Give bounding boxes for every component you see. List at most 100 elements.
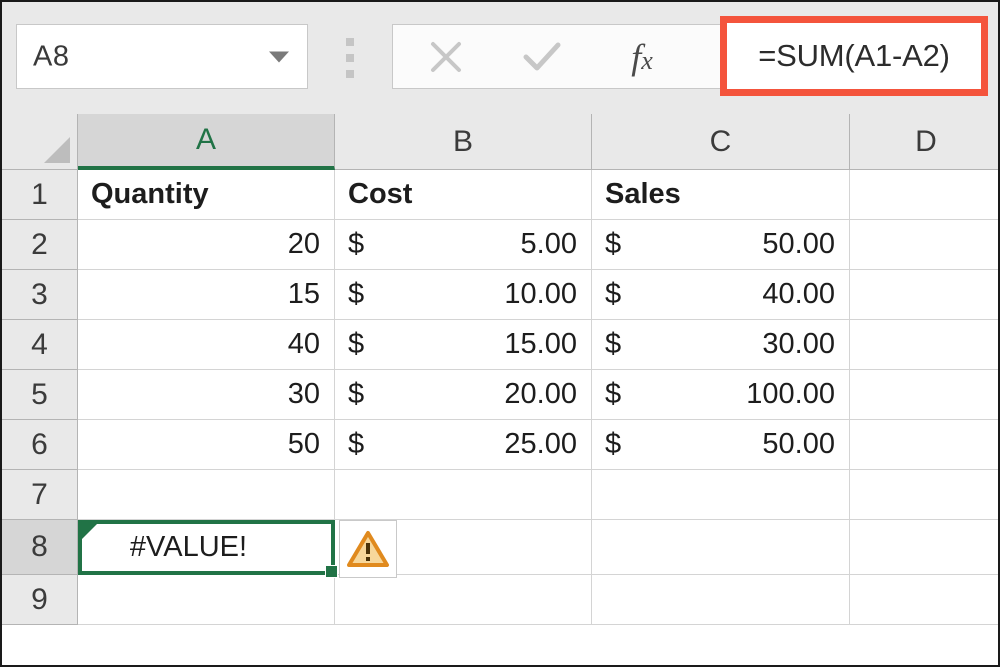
currency-symbol: $ <box>348 428 365 460</box>
row-header-1[interactable]: 1 <box>2 170 78 220</box>
cell-d7[interactable] <box>850 470 998 520</box>
row-header-4[interactable]: 4 <box>2 320 78 370</box>
select-all-triangle-icon <box>44 137 70 163</box>
formula-value: =SUM(A1-A2) <box>758 38 950 73</box>
excel-window: A8 fx =SUM(A1-A2) A B C D 1 2 3 4 5 6 7 … <box>0 0 1000 667</box>
cell-c2[interactable]: $50.00 <box>592 220 850 270</box>
select-all-button[interactable] <box>2 114 78 170</box>
formula-bar-drag-handle[interactable] <box>344 38 356 78</box>
cell-value: 15.00 <box>504 328 577 360</box>
cell-value: #VALUE! <box>129 531 248 563</box>
cell-b1[interactable]: Cost <box>335 170 592 220</box>
cell-d3[interactable] <box>850 270 998 320</box>
chevron-down-icon[interactable] <box>269 51 289 62</box>
currency-symbol: $ <box>348 328 365 360</box>
cell-value: 50.00 <box>762 228 835 260</box>
error-check-button[interactable] <box>339 520 397 578</box>
currency-symbol: $ <box>605 428 622 460</box>
cell-d8[interactable] <box>850 520 998 575</box>
cell-a6[interactable]: 50 <box>78 420 335 470</box>
cell-c4[interactable]: $30.00 <box>592 320 850 370</box>
worksheet-grid: A B C D 1 2 3 4 5 6 7 8 9 Quantity Cost … <box>2 114 998 665</box>
cell-value: 15 <box>287 278 320 310</box>
enter-button[interactable] <box>511 25 573 88</box>
row-header-label: 7 <box>31 477 48 511</box>
column-header-b[interactable]: B <box>335 114 592 170</box>
cell-a1[interactable]: Quantity <box>78 170 335 220</box>
cell-a4[interactable]: 40 <box>78 320 335 370</box>
cell-b6[interactable]: $25.00 <box>335 420 592 470</box>
column-header-d[interactable]: D <box>850 114 998 170</box>
currency-symbol: $ <box>605 278 622 310</box>
cell-d2[interactable] <box>850 220 998 270</box>
currency-symbol: $ <box>348 378 365 410</box>
row-header-2[interactable]: 2 <box>2 220 78 270</box>
column-header-a[interactable]: A <box>78 114 335 170</box>
cell-d5[interactable] <box>850 370 998 420</box>
cancel-button[interactable] <box>415 25 477 88</box>
cell-c8[interactable] <box>592 520 850 575</box>
handle-dot <box>346 70 354 78</box>
row-header-5[interactable]: 5 <box>2 370 78 420</box>
cell-d6[interactable] <box>850 420 998 470</box>
cell-b9[interactable] <box>335 575 592 625</box>
cell-d1[interactable] <box>850 170 998 220</box>
cell-value: Cost <box>348 178 413 210</box>
formula-bar-region: A8 fx =SUM(A1-A2) <box>2 2 998 114</box>
currency-symbol: $ <box>348 278 365 310</box>
formula-value-highlight[interactable]: =SUM(A1-A2) <box>720 16 988 96</box>
cell-b7[interactable] <box>335 470 592 520</box>
row-header-6[interactable]: 6 <box>2 420 78 470</box>
checkmark-icon <box>523 42 561 70</box>
fill-handle[interactable] <box>325 565 338 578</box>
row-header-8[interactable]: 8 <box>2 520 78 575</box>
cell-b3[interactable]: $10.00 <box>335 270 592 320</box>
cell-c3[interactable]: $40.00 <box>592 270 850 320</box>
row-header-label: 3 <box>31 277 48 311</box>
currency-symbol: $ <box>605 378 622 410</box>
cell-b2[interactable]: $5.00 <box>335 220 592 270</box>
row-header-label: 1 <box>31 177 48 211</box>
column-header-label: C <box>709 124 732 158</box>
cell-value: 40 <box>287 328 320 360</box>
currency-symbol: $ <box>348 228 365 260</box>
handle-dot <box>346 38 354 46</box>
cell-d4[interactable] <box>850 320 998 370</box>
cell-a3[interactable]: 15 <box>78 270 335 320</box>
cell-value: Quantity <box>91 178 209 210</box>
selected-cell-a8[interactable]: #VALUE! <box>78 520 338 578</box>
cell-a2[interactable]: 20 <box>78 220 335 270</box>
cell-b5[interactable]: $20.00 <box>335 370 592 420</box>
row-header-9[interactable]: 9 <box>2 575 78 625</box>
row-header-label: 5 <box>31 377 48 411</box>
cell-value: 20.00 <box>504 378 577 410</box>
cell-value: 30.00 <box>762 328 835 360</box>
column-header-label: A <box>195 123 216 156</box>
cell-c9[interactable] <box>592 575 850 625</box>
cell-value: 25.00 <box>504 428 577 460</box>
row-header-3[interactable]: 3 <box>2 270 78 320</box>
insert-function-button[interactable]: fx <box>611 25 673 88</box>
cell-c5[interactable]: $100.00 <box>592 370 850 420</box>
cell-c6[interactable]: $50.00 <box>592 420 850 470</box>
column-header-label: D <box>915 124 937 158</box>
cell-value: 20 <box>287 228 320 260</box>
cell-c7[interactable] <box>592 470 850 520</box>
row-header-label: 8 <box>31 530 48 563</box>
fx-icon: fx <box>631 36 653 77</box>
currency-symbol: $ <box>605 328 622 360</box>
column-header-c[interactable]: C <box>592 114 850 170</box>
cell-c1[interactable]: Sales <box>592 170 850 220</box>
row-header-label: 9 <box>31 582 48 616</box>
close-icon <box>431 41 461 72</box>
column-header-label: B <box>452 124 473 158</box>
row-header-label: 2 <box>31 227 48 261</box>
cell-value: 10.00 <box>504 278 577 310</box>
cell-b4[interactable]: $15.00 <box>335 320 592 370</box>
row-header-7[interactable]: 7 <box>2 470 78 520</box>
cell-a5[interactable]: 30 <box>78 370 335 420</box>
cell-a9[interactable] <box>78 575 335 625</box>
cell-d9[interactable] <box>850 575 998 625</box>
cell-a7[interactable] <box>78 470 335 520</box>
name-box[interactable]: A8 <box>16 24 308 89</box>
